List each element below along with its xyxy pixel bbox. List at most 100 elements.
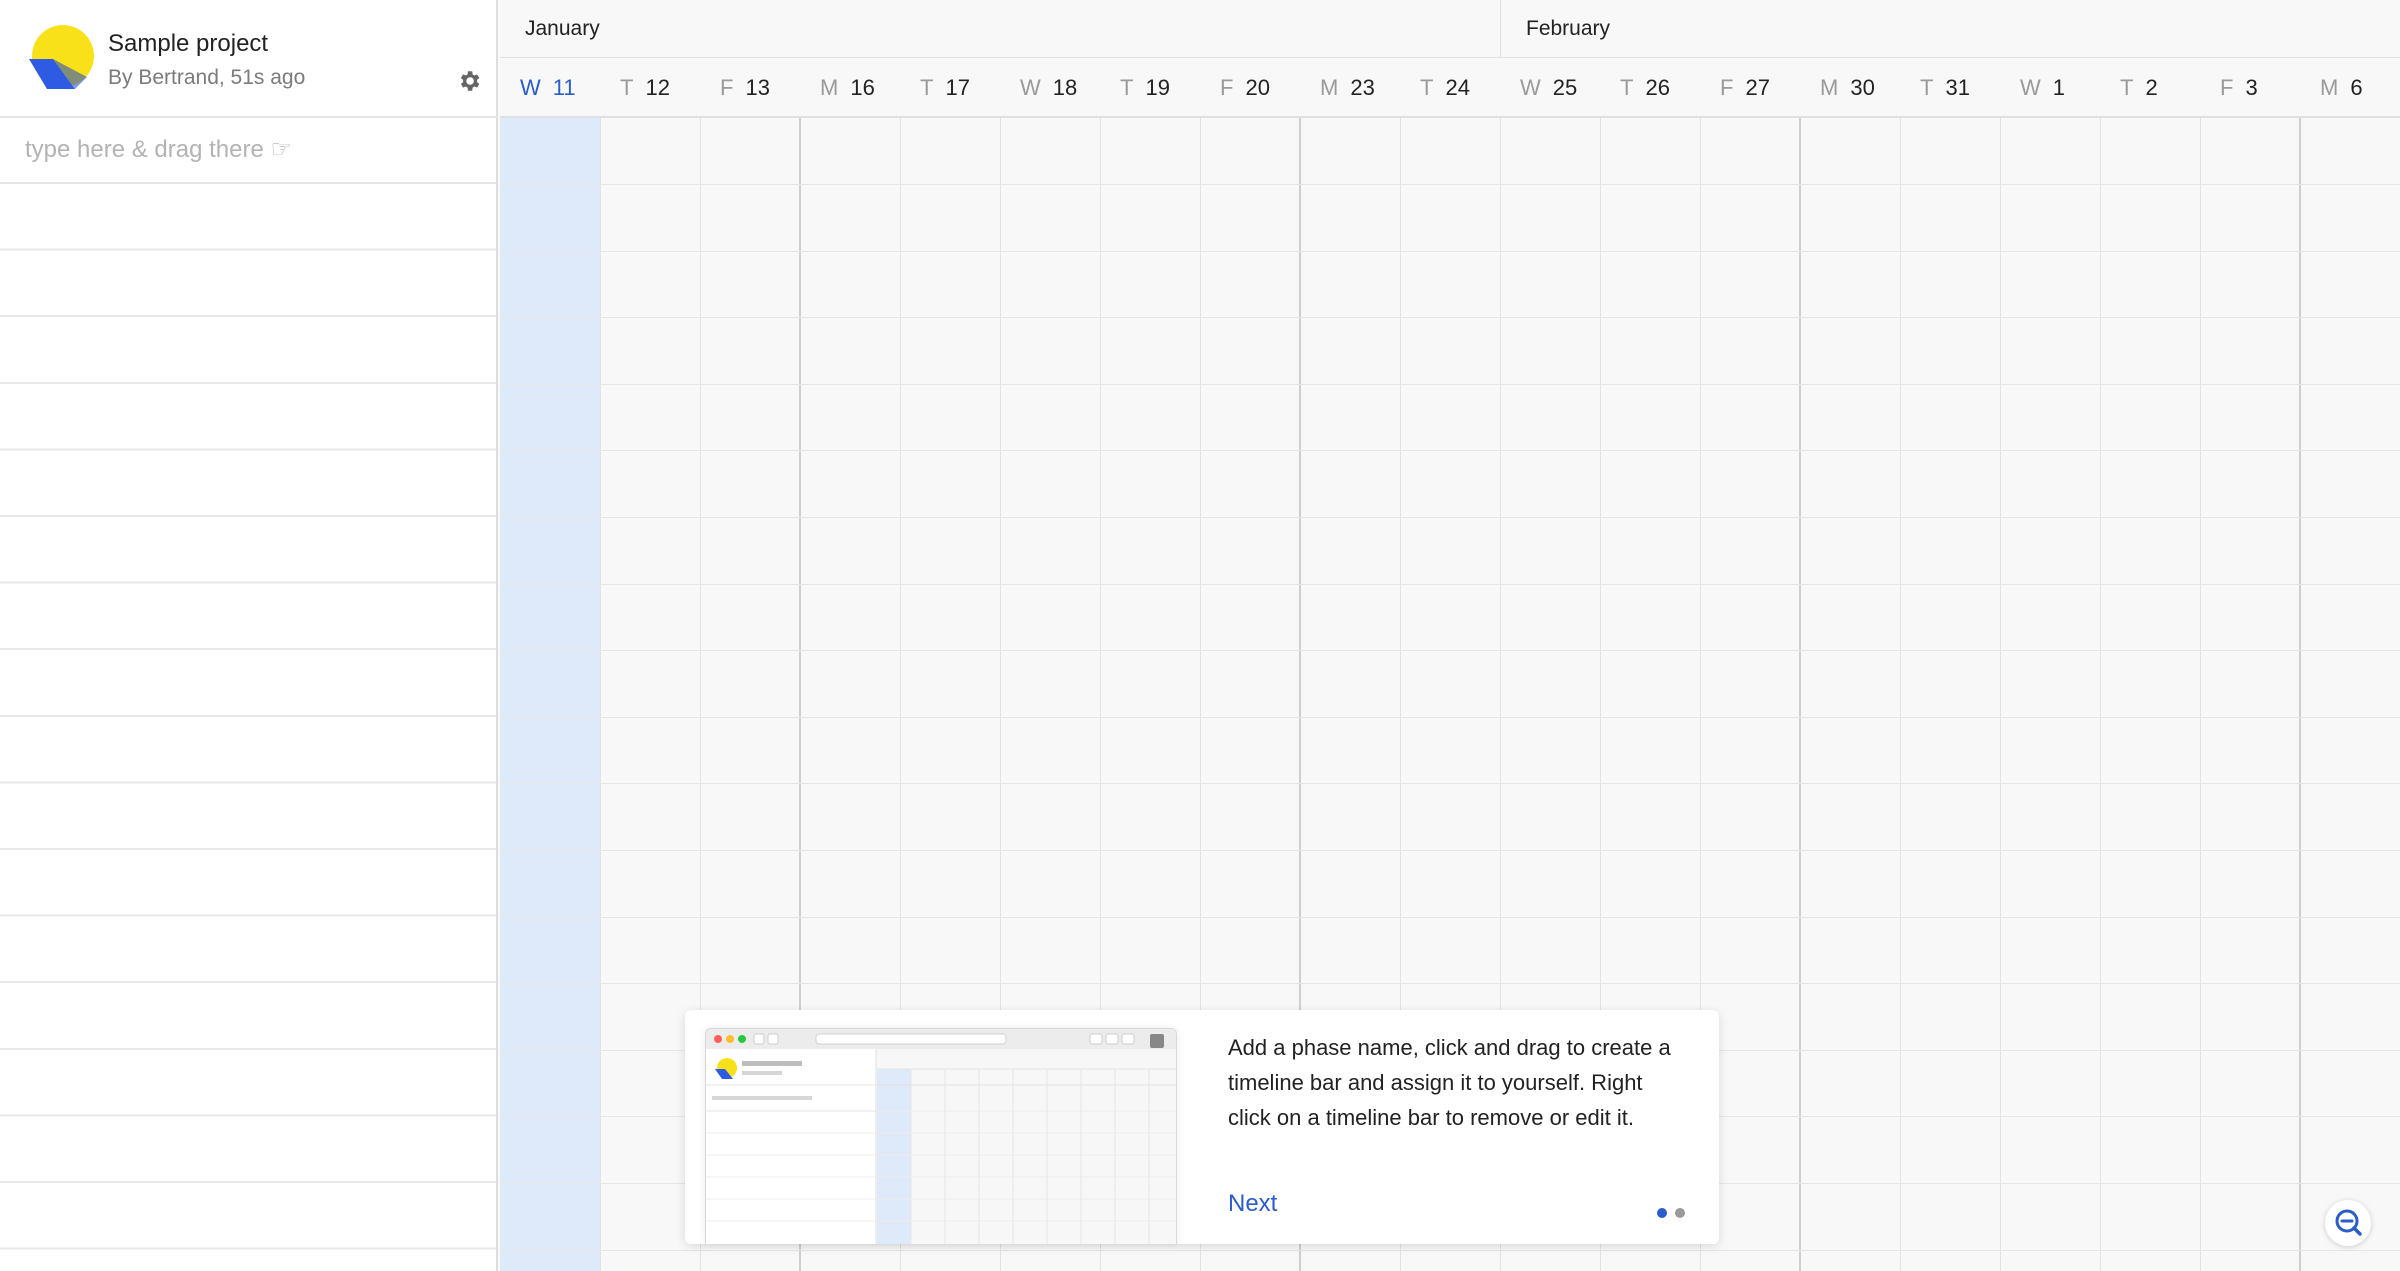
grid-column-line xyxy=(1799,58,1801,1271)
day-number: 18 xyxy=(1052,75,1078,100)
app-window: Sample project By Bertrand, 51s ago Janu… xyxy=(0,0,2400,1271)
day-header-cell: T 26 xyxy=(1600,58,1700,118)
day-letter: T xyxy=(1920,75,1934,100)
day-number: 6 xyxy=(2350,75,2363,100)
day-letter: T xyxy=(1420,75,1434,100)
grid-row-line xyxy=(500,1249,2400,1251)
app-logo-icon[interactable] xyxy=(25,25,95,93)
day-header-cell: F3 xyxy=(2200,58,2300,118)
day-number: 27 xyxy=(1745,75,1770,100)
day-header-cell: F 20 xyxy=(1200,58,1300,118)
day-letter: W xyxy=(520,75,541,100)
day-letter: M xyxy=(2320,75,2339,100)
day-header-cell: M 16 xyxy=(800,58,900,118)
day-letter: F xyxy=(2220,75,2234,100)
today-column xyxy=(500,58,600,1271)
day-letter: T xyxy=(2120,75,2134,100)
day-number: 3 xyxy=(2245,75,2258,100)
grid-row-line xyxy=(500,184,2400,185)
day-number: 19 xyxy=(1145,75,1170,100)
task-input[interactable] xyxy=(0,118,496,184)
month-header: January February xyxy=(500,0,2400,58)
grid-row-line xyxy=(500,450,2400,452)
grid-column-line xyxy=(2200,58,2201,1271)
day-number: 25 xyxy=(1552,75,1578,100)
grid-row-line xyxy=(500,783,2400,785)
day-header-cell: W 11 xyxy=(500,58,600,118)
day-number: 24 xyxy=(1445,75,1470,100)
sidebar: Sample project By Bertrand, 51s ago xyxy=(0,0,498,1271)
day-header-cell: T 12 xyxy=(600,58,700,118)
day-header-cell: M 23 xyxy=(1300,58,1400,118)
day-letter: F xyxy=(1220,75,1234,100)
grid-column-line xyxy=(2299,58,2301,1271)
zoom-out-button[interactable] xyxy=(2325,1200,2371,1246)
gear-icon[interactable] xyxy=(456,68,482,94)
grid-row-line xyxy=(500,983,2400,985)
onboarding-preview-image xyxy=(705,1028,1177,1244)
grid-row-line xyxy=(500,383,2400,385)
day-header-cell: F 27 xyxy=(1700,58,1800,118)
month-february: February xyxy=(1500,0,2400,58)
day-number: 30 xyxy=(1850,75,1875,100)
day-number: 11 xyxy=(552,75,576,100)
day-letter: M xyxy=(1320,75,1339,100)
grid-column-line xyxy=(600,58,601,1271)
zoom-out-icon xyxy=(2335,1209,2362,1236)
day-number: 17 xyxy=(945,75,970,100)
day-number: 2 xyxy=(2145,75,2158,100)
step-dot-active[interactable] xyxy=(1657,1208,1667,1218)
day-letter: T xyxy=(920,75,934,100)
day-header-cell: T 31 xyxy=(1900,58,2000,118)
grid-row-line xyxy=(500,850,2400,851)
day-letter: W xyxy=(2020,75,2041,100)
grid-row-line xyxy=(500,583,2400,585)
day-number: 26 xyxy=(1645,75,1670,100)
month-january: January xyxy=(525,17,600,40)
app-preview-illustration xyxy=(706,1029,1176,1244)
day-header-cell: W1 xyxy=(2000,58,2100,118)
day-letter: T xyxy=(620,75,634,100)
day-letter: F xyxy=(720,75,734,100)
day-header-cell: W 25 xyxy=(1500,58,1600,118)
day-number: 20 xyxy=(1245,75,1270,100)
day-number: 1 xyxy=(2052,75,2066,100)
day-letter: T xyxy=(1120,75,1134,100)
day-letter: F xyxy=(1720,75,1734,100)
grid-row-line xyxy=(500,250,2400,252)
project-title[interactable]: Sample project xyxy=(108,30,268,58)
day-letter: M xyxy=(1820,75,1839,100)
grid-column-line xyxy=(2000,58,2001,1271)
day-header-cell: T 19 xyxy=(1100,58,1200,118)
day-header-cell: M 30 xyxy=(1800,58,1900,118)
day-header-cell: M6 xyxy=(2300,58,2400,118)
grid-column-line xyxy=(1900,58,1901,1271)
onboarding-text: Add a phase name, click and drag to crea… xyxy=(1228,1035,1671,1130)
grid-row-line xyxy=(500,650,2400,652)
next-button[interactable]: Next xyxy=(1228,1190,1277,1218)
day-header-cell: W 18 xyxy=(1000,58,1100,118)
day-header-cell: F 13 xyxy=(700,58,800,118)
day-letter: W xyxy=(1520,75,1541,100)
grid-row-line xyxy=(500,317,2400,319)
grid-row-line xyxy=(500,716,2400,718)
day-number: 31 xyxy=(1945,75,1970,100)
day-header-cell: T 24 xyxy=(1400,58,1500,118)
day-number: 23 xyxy=(1350,75,1375,100)
day-letter: T xyxy=(1620,75,1634,100)
grid-row-line xyxy=(500,517,2400,518)
day-letter: M xyxy=(820,75,839,100)
day-number: 13 xyxy=(745,75,770,100)
day-number: 16 xyxy=(850,75,875,100)
task-rows xyxy=(0,184,496,1271)
onboarding-card: Add a phase name, click and drag to crea… xyxy=(685,1010,1719,1244)
day-number: 12 xyxy=(645,75,670,100)
grid-column-line xyxy=(2100,58,2101,1271)
project-header: Sample project By Bertrand, 51s ago xyxy=(0,0,498,118)
step-dot-inactive[interactable] xyxy=(1675,1208,1685,1218)
day-header-cell: T 17 xyxy=(900,58,1000,118)
project-subtitle: By Bertrand, 51s ago xyxy=(108,66,306,89)
day-header: W 11 T 12 F 13 M 16 T 17 W 18 T 19 F 20 M 23 T 24 W 25 T 26 F 27 M… xyxy=(500,58,2400,118)
grid-row-line xyxy=(500,916,2400,918)
day-letter: W xyxy=(1020,75,1041,100)
